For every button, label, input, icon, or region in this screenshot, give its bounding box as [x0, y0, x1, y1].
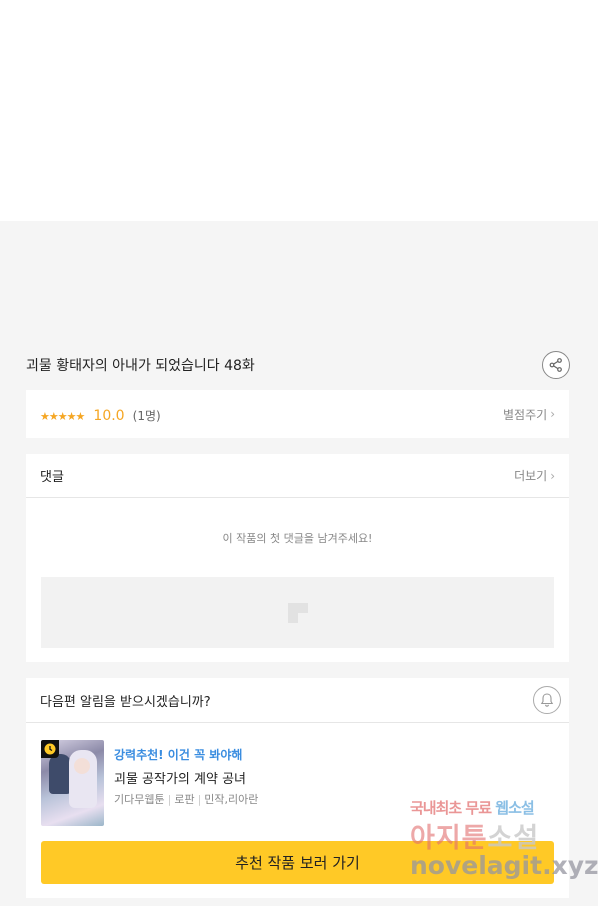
comments-more-link[interactable]: 더보기 ›: [514, 467, 555, 484]
comment-placeholder-icon: [287, 602, 308, 623]
clock-icon: [41, 740, 59, 758]
share-button[interactable]: [542, 351, 570, 379]
recommendation-item[interactable]: 강력추천! 이건 꼭 봐야해 괴물 공작가의 계약 공녀 기다무웹툰 | 로판 | 민작…: [41, 740, 258, 826]
rate-button-label: 별점주기: [503, 407, 548, 422]
recommendation-cta-button[interactable]: 추천 작품 보러 가기: [41, 841, 554, 884]
episode-title: 괴물 황태자의 아내가 되었습니다 48화: [26, 358, 255, 374]
content-image-area: [0, 0, 598, 221]
notify-bell-button[interactable]: [533, 686, 561, 714]
rating-stars: ★★★★★: [40, 409, 85, 423]
recommendation-thumbnail: [41, 740, 104, 826]
share-icon: [549, 358, 562, 372]
rating-count: (1명): [132, 408, 161, 423]
bell-icon: [540, 693, 554, 707]
recommendation-tag: 강력추천! 이건 꼭 봐야해: [114, 748, 243, 762]
recommendation-meta-service: 기다무웹툰: [114, 793, 165, 806]
rating-score: 10.0: [93, 407, 125, 424]
notify-header: 다음편 알림을 받으시겠습니까?: [26, 678, 569, 723]
episode-title-row: 괴물 황태자의 아내가 되었습니다 48화: [26, 348, 570, 382]
comments-card: 댓글 더보기 › 이 작품의 첫 댓글을 남겨주세요!: [26, 454, 569, 662]
chevron-right-icon: ›: [550, 407, 555, 421]
rating-card: ★★★★★ 10.0 (1명) 별점주기 ›: [26, 390, 569, 438]
recommendation-meta-author: 민작,리아란: [204, 793, 259, 806]
recommendation-meta: 기다무웹툰 | 로판 | 민작,리아란: [114, 793, 259, 806]
comment-input-box[interactable]: [41, 577, 554, 648]
recommendation-title: 괴물 공작가의 계약 공녀: [114, 772, 246, 787]
notify-card: 다음편 알림을 받으시겠습니까? 강력추천! 이건 꼭 봐야해 괴물 공작가의 …: [26, 678, 569, 898]
chevron-right-icon: ›: [550, 468, 555, 483]
comments-header: 댓글 더보기 ›: [26, 454, 569, 498]
rating-summary: ★★★★★ 10.0 (1명): [40, 405, 161, 424]
rate-button[interactable]: 별점주기 ›: [503, 406, 555, 423]
comments-title: 댓글: [40, 470, 64, 485]
comments-more-label: 더보기: [514, 469, 548, 483]
comments-empty-message: 이 작품의 첫 댓글을 남겨주세요!: [222, 532, 373, 545]
recommendation-info: 강력추천! 이건 꼭 봐야해 괴물 공작가의 계약 공녀 기다무웹툰 | 로판 | 민작…: [114, 740, 258, 826]
notify-question: 다음편 알림을 받으시겠습니까?: [40, 694, 211, 710]
recommendation-meta-genre: 로판: [174, 793, 195, 806]
